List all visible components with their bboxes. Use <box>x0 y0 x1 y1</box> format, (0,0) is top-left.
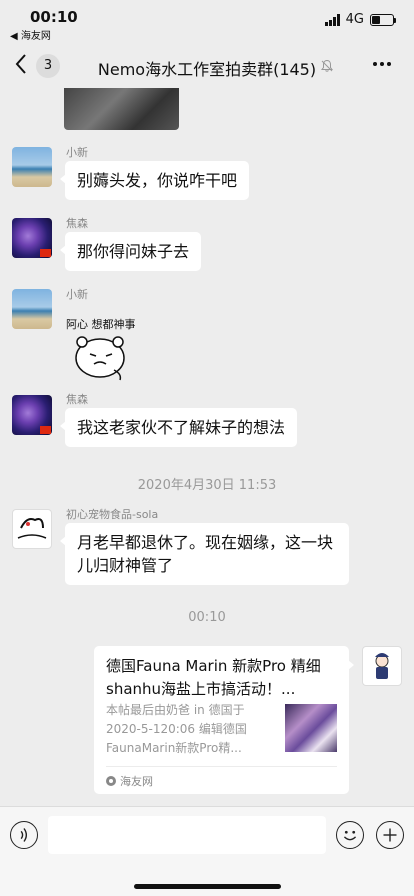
link-card-source: 海友网 <box>106 773 153 789</box>
message-list[interactable]: 小新 别薅头发，你说咋干吧 焦森 那你得问妹子去 小新 阿心 想都神事 焦森 我… <box>0 88 414 806</box>
sticker-caption: 阿心 想都神事 <box>66 317 136 331</box>
link-card-thumbnail <box>285 704 337 752</box>
bell-slash-icon <box>320 58 334 72</box>
home-indicator[interactable] <box>134 884 281 889</box>
avatar[interactable] <box>12 289 52 329</box>
battery-icon <box>370 13 396 26</box>
avatar[interactable] <box>12 509 52 549</box>
message-timestamp: 2020年4月30日 11:53 <box>137 478 277 493</box>
sender-name: 焦森 <box>66 217 88 230</box>
sender-name: 焦森 <box>66 393 88 406</box>
compass-icon <box>106 776 116 786</box>
avatar[interactable] <box>12 218 52 258</box>
sticker-message[interactable]: 阿心 想都神事 <box>64 314 140 382</box>
input-bar <box>0 806 414 896</box>
my-avatar[interactable] <box>362 646 402 686</box>
more-dots-icon[interactable] <box>372 54 392 79</box>
message-bubble[interactable]: 月老早都退休了。现在姻缘，这一块儿归财神管了 <box>60 523 349 585</box>
network-label: 4G <box>345 12 364 27</box>
link-card-source-label: 海友网 <box>120 775 153 788</box>
status-bar: 00:10 ◀ 海友网 4G <box>0 0 414 44</box>
divider <box>106 766 337 767</box>
message-timestamp: 00:10 <box>188 610 226 625</box>
sender-name: 小新 <box>66 288 88 301</box>
message-bubble[interactable]: 那你得问妹子去 <box>59 232 202 271</box>
message-bubble[interactable]: 别薅头发，你说咋干吧 <box>59 161 250 200</box>
sender-name: 初心宠物食品-sola <box>66 508 159 521</box>
status-right: 4G <box>324 12 396 27</box>
message-input[interactable] <box>48 816 326 854</box>
image-message[interactable] <box>64 88 179 130</box>
back-to-app-link[interactable]: ◀ 海友网 <box>10 27 51 42</box>
link-card-title: 德国Fauna Marin 新款Pro 精细shanhu海盐上市搞活动！... <box>106 657 321 698</box>
chat-title: Nemo海水工作室拍卖群(145) <box>97 60 317 79</box>
avatar[interactable] <box>12 147 52 187</box>
status-time: 00:10 <box>30 8 78 26</box>
link-card[interactable]: 德国Fauna Marin 新款Pro 精细shanhu海盐上市搞活动！... … <box>94 646 354 794</box>
signal-icon <box>324 13 340 26</box>
sender-name: 小新 <box>66 146 88 159</box>
avatar[interactable] <box>12 395 52 435</box>
emoji-icon[interactable] <box>336 821 364 849</box>
chat-header: 3 Nemo海水工作室拍卖群(145) <box>0 44 414 88</box>
plus-icon[interactable] <box>376 821 404 849</box>
link-card-description: 本帖最后由奶爸 in 德国于 2020-5-120:06 编辑德国FaunaMa… <box>106 703 247 755</box>
battery-fill <box>372 15 380 24</box>
voice-icon[interactable] <box>10 821 38 849</box>
message-bubble[interactable]: 我这老家伙不了解妹子的想法 <box>59 408 298 447</box>
